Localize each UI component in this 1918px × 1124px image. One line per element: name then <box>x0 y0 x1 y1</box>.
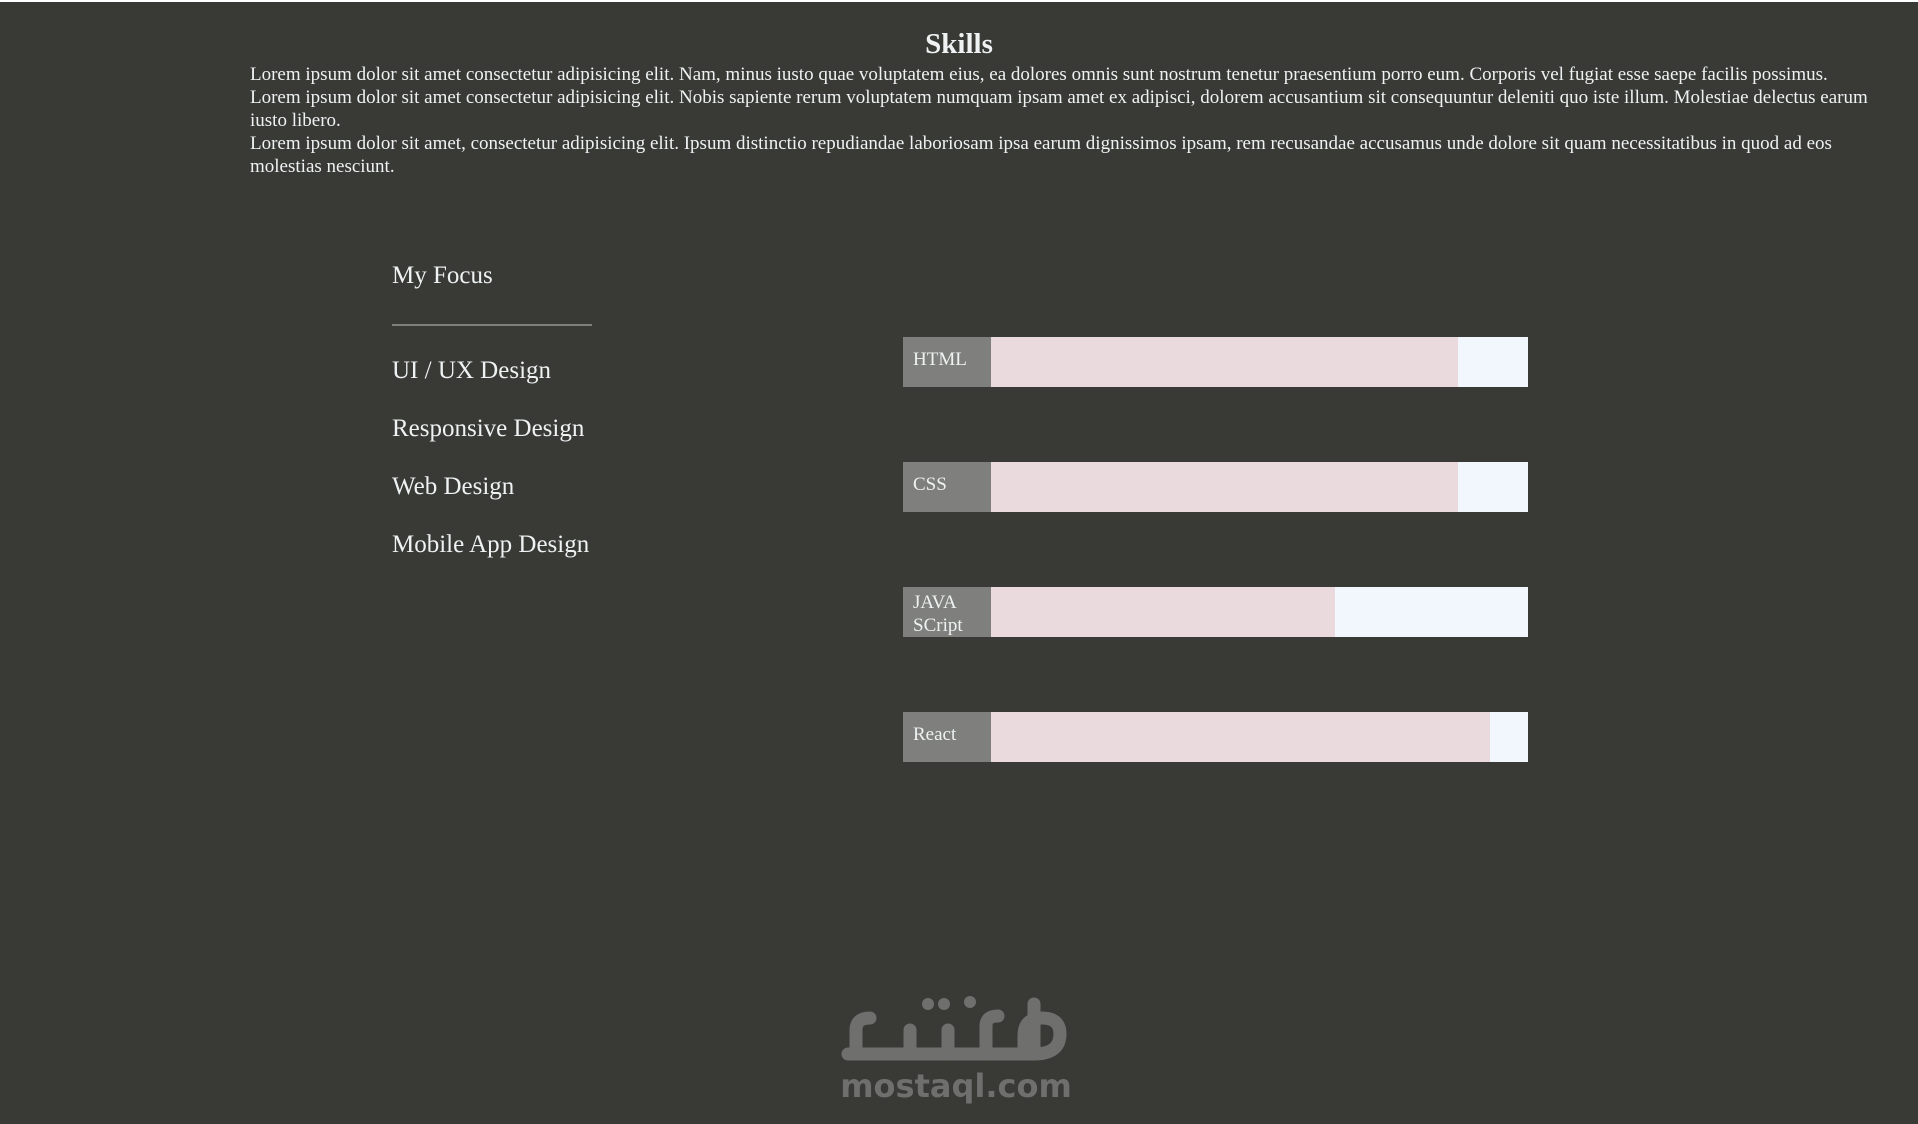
skill-fill <box>991 462 1459 512</box>
logo-text: mostaql.com <box>840 1067 1072 1105</box>
skill-row-react: React <box>903 712 1528 762</box>
focus-list: UI / UX Design Responsive Design Web Des… <box>392 354 652 562</box>
mostaql-arabic-logo-icon <box>841 996 1067 1061</box>
focus-item-ui-ux-design[interactable]: UI / UX Design <box>392 354 652 388</box>
skill-fill <box>991 712 1491 762</box>
page-title: Skills <box>925 28 993 60</box>
skill-fill <box>991 587 1335 637</box>
skill-track <box>991 587 1528 637</box>
skill-fill <box>991 337 1459 387</box>
top-border <box>0 0 1918 2</box>
focus-section: My Focus UI / UX Design Responsive Desig… <box>392 258 652 586</box>
intro-paragraph: Lorem ipsum dolor sit amet consectetur a… <box>250 64 1828 85</box>
intro-paragraph: Lorem ipsum dolor sit amet, consectetur … <box>250 133 1832 177</box>
skill-row-html: HTML <box>903 337 1528 387</box>
skill-track <box>991 337 1528 387</box>
skill-label: CSS <box>903 462 991 512</box>
skill-label: HTML <box>903 337 991 387</box>
focus-item-web-design[interactable]: Web Design <box>392 470 652 504</box>
skills-bars: HTML CSS JAVA SCript React <box>903 337 1528 837</box>
skill-row-javascript: JAVA SCript <box>903 587 1528 637</box>
mostaql-logo: mostaql.com <box>836 990 1076 1104</box>
focus-heading: My Focus <box>392 262 493 289</box>
focus-item-mobile-app-design[interactable]: Mobile App Design <box>392 528 652 562</box>
intro-text: Lorem ipsum dolor sit amet consectetur a… <box>250 63 1890 178</box>
intro-paragraph: Lorem ipsum dolor sit amet consectetur a… <box>250 87 1868 131</box>
skill-label: React <box>903 712 991 762</box>
skill-label: JAVA SCript <box>903 587 991 637</box>
focus-divider <box>392 324 592 326</box>
skill-row-css: CSS <box>903 462 1528 512</box>
skill-track <box>991 462 1528 512</box>
focus-item-responsive-design[interactable]: Responsive Design <box>392 412 652 446</box>
skill-track <box>991 712 1528 762</box>
